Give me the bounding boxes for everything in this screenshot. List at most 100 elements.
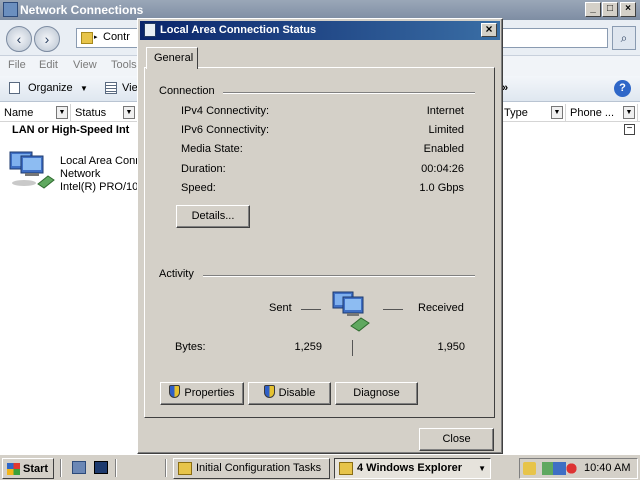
divider xyxy=(60,459,62,477)
folder-icon xyxy=(339,462,353,475)
network-status-icon xyxy=(144,23,156,37)
list-item-local-area-connection[interactable]: Local Area Conn Network Intel(R) PRO/10 xyxy=(8,150,140,200)
sent-label: Sent xyxy=(269,302,292,314)
bytes-label: Bytes: xyxy=(175,341,206,353)
organize-icon xyxy=(9,82,20,94)
speed-label: Speed: xyxy=(181,182,216,194)
chevron-down-icon[interactable]: ▼ xyxy=(56,106,68,119)
clock[interactable]: 10:40 AM xyxy=(584,462,630,474)
task-initial-configuration[interactable]: Initial Configuration Tasks xyxy=(173,458,330,479)
chevron-right-icon: ▸ xyxy=(94,34,98,41)
dialog-title: Local Area Connection Status xyxy=(160,24,317,36)
local-area-connection-status-dialog: Local Area Connection Status × General C… xyxy=(137,18,503,454)
volume-muted-icon[interactable] xyxy=(565,462,578,475)
search-input[interactable] xyxy=(500,28,608,48)
connection-name: Local Area Conn xyxy=(60,155,140,167)
activity-group-title: Activity xyxy=(159,268,194,280)
bytes-sent-value: 1,259 xyxy=(294,341,322,353)
divider xyxy=(223,92,475,94)
connection-network: Network xyxy=(60,168,101,180)
organize-button[interactable]: Organize xyxy=(28,82,73,94)
task-label: 4 Windows Explorer xyxy=(357,462,463,474)
maximize-button[interactable]: □ xyxy=(602,2,618,17)
column-type[interactable]: Type ▼ xyxy=(500,104,566,122)
column-type-label: Type xyxy=(504,107,528,119)
properties-label: Properties xyxy=(184,387,235,399)
sent-line xyxy=(301,309,321,310)
dialog-close-button[interactable]: × xyxy=(481,23,497,37)
column-phone-label: Phone ... xyxy=(570,107,615,119)
menu-file[interactable]: File xyxy=(8,59,26,71)
received-label: Received xyxy=(418,302,464,314)
configuration-tasks-icon xyxy=(178,462,192,475)
views-icon xyxy=(105,82,117,94)
properties-button[interactable]: Properties xyxy=(160,382,244,405)
taskbar: Start Initial Configuration Tasks 4 Wind… xyxy=(0,454,640,480)
column-name-label: Name xyxy=(4,107,34,119)
explorer-title-bar: Network Connections _ □ × xyxy=(0,0,640,20)
uac-shield-icon xyxy=(169,385,181,398)
network-activity-icon xyxy=(332,291,370,332)
column-status-label: Status xyxy=(75,107,107,119)
bytes-separator xyxy=(352,340,353,356)
collapse-group-icon[interactable]: − xyxy=(624,124,635,135)
divider xyxy=(165,459,167,477)
chevron-down-icon[interactable]: ▼ xyxy=(123,106,135,119)
divider xyxy=(115,459,117,477)
address-field[interactable]: ▸ Contr xyxy=(76,28,146,48)
back-icon[interactable]: ‹ xyxy=(6,26,32,52)
server-manager-icon[interactable] xyxy=(72,461,86,474)
start-label: Start xyxy=(23,463,49,475)
ipv4-value: Internet xyxy=(426,105,464,117)
forward-icon[interactable]: › xyxy=(34,26,60,52)
connection-group-title: Connection xyxy=(159,85,215,97)
group-header[interactable]: LAN or High-Speed Int xyxy=(12,124,129,136)
general-tab-panel: Connection IPv4 Connectivity: Internet I… xyxy=(144,67,495,418)
menu-edit[interactable]: Edit xyxy=(39,59,58,71)
column-name[interactable]: Name ▼ xyxy=(0,104,71,122)
show-desktop-icon[interactable] xyxy=(94,461,108,474)
chevron-down-icon[interactable]: ▼ xyxy=(623,106,635,119)
control-panel-icon xyxy=(81,32,93,44)
column-status[interactable]: Status ▼ xyxy=(71,104,138,122)
close-window-button[interactable]: × xyxy=(620,2,636,17)
received-line xyxy=(383,309,403,310)
menu-tools[interactable]: Tools xyxy=(111,59,137,71)
organize-dropdown-icon[interactable]: ▼ xyxy=(80,84,88,93)
dialog-title-bar[interactable]: Local Area Connection Status × xyxy=(140,21,500,40)
disable-button[interactable]: Disable xyxy=(248,382,331,405)
help-icon[interactable]: ? xyxy=(614,80,631,97)
uac-shield-icon xyxy=(263,385,275,398)
tab-general[interactable]: General xyxy=(146,47,198,69)
tray-config-icon[interactable] xyxy=(523,462,536,475)
speed-value: 1.0 Gbps xyxy=(419,182,464,194)
minimize-button[interactable]: _ xyxy=(585,2,601,17)
windows-logo-icon xyxy=(7,463,20,475)
search-icon[interactable]: ⌕ xyxy=(612,26,636,50)
media-state-value: Enabled xyxy=(423,143,464,155)
chevron-down-icon[interactable]: ▼ xyxy=(551,106,563,119)
connection-adapter: Intel(R) PRO/10 xyxy=(60,181,139,193)
bytes-received-value: 1,950 xyxy=(437,341,465,353)
explorer-title: Network Connections xyxy=(20,3,144,17)
address-text: Contr xyxy=(103,31,130,43)
divider xyxy=(203,275,475,277)
duration-label: Duration: xyxy=(181,163,226,175)
start-button[interactable]: Start xyxy=(2,458,54,479)
ipv6-value: Limited xyxy=(428,124,464,136)
details-button[interactable]: Details... xyxy=(176,205,250,228)
duration-value: 00:04:26 xyxy=(421,163,464,175)
media-state-label: Media State: xyxy=(181,143,243,155)
network-folder-icon xyxy=(3,2,18,17)
close-button[interactable]: Close xyxy=(419,428,494,451)
column-phone[interactable]: Phone ... ▼ xyxy=(566,104,638,122)
diagnose-button[interactable]: Diagnose xyxy=(335,382,418,405)
task-windows-explorer[interactable]: 4 Windows Explorer ▼ xyxy=(334,458,491,479)
network-adapter-icon xyxy=(9,151,55,189)
ipv4-label: IPv4 Connectivity: xyxy=(181,105,270,117)
ipv6-label: IPv6 Connectivity: xyxy=(181,124,270,136)
views-button[interactable]: Vie xyxy=(122,82,138,94)
notification-area: 10:40 AM xyxy=(519,458,638,479)
menu-view[interactable]: View xyxy=(73,59,97,71)
chevron-down-icon: ▼ xyxy=(478,464,486,473)
